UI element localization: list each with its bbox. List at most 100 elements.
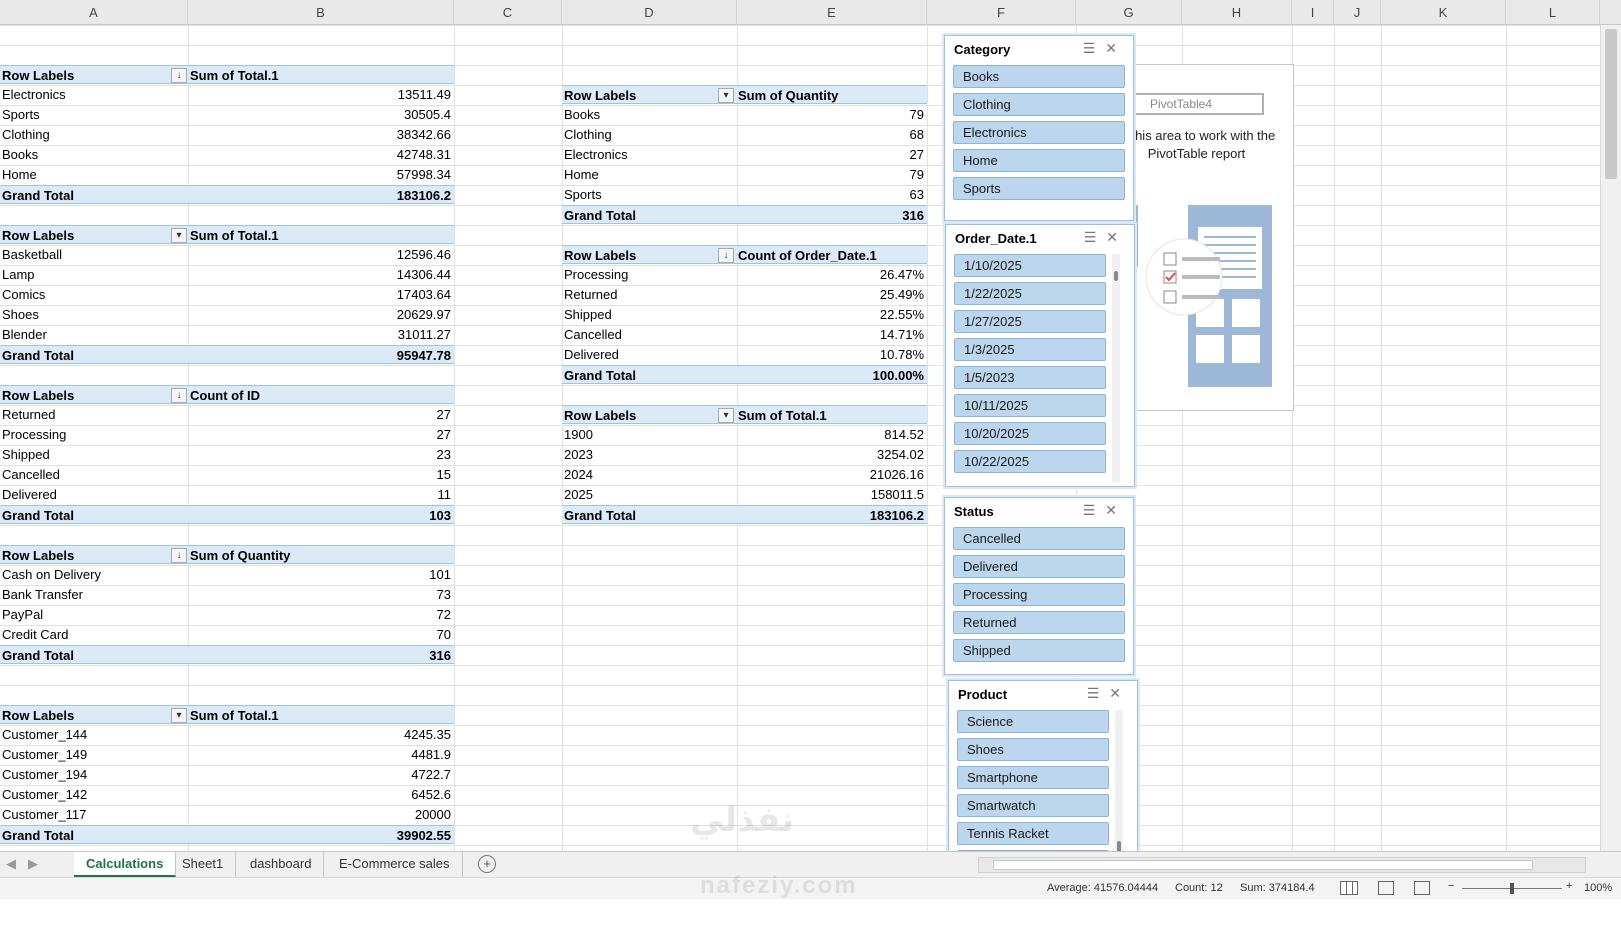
pivot-data-row[interactable]: Delivered 11 [0,485,454,504]
slicer-item[interactable]: Electronics [953,121,1125,144]
slicer-item[interactable]: 1/22/2025 [954,282,1106,305]
slicer-item[interactable]: Home [953,149,1125,172]
slicer-order-date-1[interactable]: Order_Date.1 ☰✕ 1/10/2025 1/22/2025 1/27/202… [945,224,1135,487]
column-header-h[interactable]: H [1182,0,1292,25]
filter-icon[interactable]: ▾ [171,228,187,243]
pivot-data-row[interactable]: Bank Transfer 73 [0,585,454,604]
column-header-f[interactable]: F [927,0,1076,25]
pivot-data-row[interactable]: 2023 3254.02 [562,445,927,464]
slicer-item[interactable]: 1/10/2025 [954,254,1106,277]
zoom-slider[interactable] [1462,883,1562,894]
clear-filter-icon[interactable]: ✕ [1106,229,1128,245]
pivot-data-row[interactable]: Lamp 14306.44 [0,265,454,284]
slicer-item[interactable]: 1/5/2023 [954,366,1106,389]
dropdown-icon[interactable]: ▾ [718,88,734,103]
page-break-icon[interactable] [1414,881,1430,895]
pivot-data-row[interactable]: Customer_194 4722.7 [0,765,454,784]
pivot-data-row[interactable]: Shipped 22.55% [562,305,927,324]
pivot-data-row[interactable]: Customer_142 6452.6 [0,785,454,804]
pivot-data-row[interactable]: Processing 27 [0,425,454,444]
zoom-out-icon[interactable]: − [1448,880,1454,892]
dropdown-icon[interactable]: ▾ [718,408,734,423]
column-header-e[interactable]: E [737,0,927,25]
clear-filter-icon[interactable]: ✕ [1105,502,1127,518]
pivot-data-row[interactable]: Shipped 23 [0,445,454,464]
pivot-data-row[interactable]: Shoes 20629.97 [0,305,454,324]
slicer-item[interactable]: Books [953,65,1125,88]
pivot-data-row[interactable]: 1900 814.52 [562,425,927,444]
pivot-data-row[interactable]: Basketball 12596.46 [0,245,454,264]
slicer-item[interactable]: Shipped [953,639,1125,662]
slicer-item[interactable]: 10/22/2025 [954,450,1106,473]
sheet-tab-sheet1[interactable]: Sheet1 [170,852,237,878]
worksheet-grid[interactable]: Row Labels ↓ Sum of Total.1 Electronics 1351… [0,25,1600,878]
pivot-data-row[interactable]: Clothing 38342.66 [0,125,454,144]
multi-select-icon[interactable]: ☰ [1083,40,1106,56]
column-header-d[interactable]: D [562,0,737,25]
scroll-left-icon[interactable]: ◀ [6,856,16,872]
slicer-scrollbar[interactable] [1112,254,1120,482]
pivot-data-row[interactable]: Electronics 13511.49 [0,85,454,104]
column-header-b[interactable]: B [188,0,454,25]
column-header-i[interactable]: I [1292,0,1334,25]
pivot-data-row[interactable]: Home 57998.34 [0,165,454,184]
pivot-data-row[interactable]: 2024 21026.16 [562,465,927,484]
slicer-status[interactable]: Status ☰✕ Cancelled Delivered Processing Retu… [944,497,1134,675]
pivot-data-row[interactable]: Cancelled 14.71% [562,325,927,344]
multi-select-icon[interactable]: ☰ [1087,685,1110,701]
pivot-data-row[interactable]: Books 42748.31 [0,145,454,164]
sheet-tab-e-commerce-sales[interactable]: E-Commerce sales [327,852,463,878]
column-header-k[interactable]: K [1381,0,1506,25]
slicer-item[interactable]: 10/11/2025 [954,394,1106,417]
pivot-data-row[interactable]: Clothing 68 [562,125,927,144]
pivot-data-row[interactable]: Returned 27 [0,405,454,424]
slicer-item[interactable]: Delivered [953,555,1125,578]
column-header-a[interactable]: A [0,0,188,25]
slicer-item[interactable]: Clothing [953,93,1125,116]
normal-view-icon[interactable] [1340,881,1358,895]
slicer-item[interactable]: 10/20/2025 [954,422,1106,445]
pivot-data-row[interactable]: Home 79 [562,165,927,184]
zoom-slider-thumb[interactable] [1510,883,1514,894]
multi-select-icon[interactable]: ☰ [1083,502,1106,518]
pivot-data-row[interactable]: Comics 17403.64 [0,285,454,304]
column-header-l[interactable]: L [1506,0,1600,25]
slicer-item[interactable]: Smartphone [957,766,1109,789]
pivot-data-row[interactable]: Sports 63 [562,185,927,204]
multi-select-icon[interactable]: ☰ [1084,229,1107,245]
sheet-tab-calculations[interactable]: Calculations [74,852,177,878]
slicer-item[interactable]: 1/27/2025 [954,310,1106,333]
horizontal-scroll-thumb[interactable] [993,860,1533,870]
pivot-data-row[interactable]: Returned 25.49% [562,285,927,304]
column-header-g[interactable]: G [1076,0,1182,25]
column-header-j[interactable]: J [1334,0,1381,25]
slicer-item[interactable]: Tennis Racket [957,822,1109,845]
vertical-scrollbar[interactable] [1600,25,1621,851]
horizontal-scrollbar[interactable] [978,857,1586,873]
slicer-item[interactable]: Science [957,710,1109,733]
pivot-data-row[interactable]: Electronics 27 [562,145,927,164]
slicer-category[interactable]: Category ☰✕ Books Clothing Electronics Home Sp… [944,35,1134,221]
pivot-data-row[interactable]: Delivered 10.78% [562,345,927,364]
pivot-data-row[interactable]: Sports 30505.4 [0,105,454,124]
pivot-data-row[interactable]: PayPal 72 [0,605,454,624]
pivot-data-row[interactable]: Blender 31011.27 [0,325,454,344]
scroll-right-icon[interactable]: ▶ [28,856,38,872]
slicer-product[interactable]: Product ☰✕ Science Shoes Smartphone Smartwatc… [948,680,1138,880]
pivot-data-row[interactable]: Customer_149 4481.9 [0,745,454,764]
zoom-in-icon[interactable]: + [1566,880,1572,892]
pivot-data-row[interactable]: Books 79 [562,105,927,124]
column-header-c[interactable]: C [454,0,562,25]
pivot-data-row[interactable]: 2025 158011.5 [562,485,927,504]
sort-icon[interactable]: ↓ [171,388,187,403]
clear-filter-icon[interactable]: ✕ [1105,40,1127,56]
slicer-item[interactable]: 1/3/2025 [954,338,1106,361]
filter-icon[interactable]: ▾ [171,708,187,723]
slicer-item[interactable]: Smartwatch [957,794,1109,817]
sort-icon[interactable]: ↓ [171,68,187,83]
pivot-data-row[interactable]: Customer_117 20000 [0,805,454,824]
sheet-tab-dashboard[interactable]: dashboard [238,852,325,878]
slicer-scroll-thumb[interactable] [1114,271,1118,281]
new-sheet-icon[interactable]: + [478,855,496,873]
pivot-data-row[interactable]: Customer_144 4245.35 [0,725,454,744]
